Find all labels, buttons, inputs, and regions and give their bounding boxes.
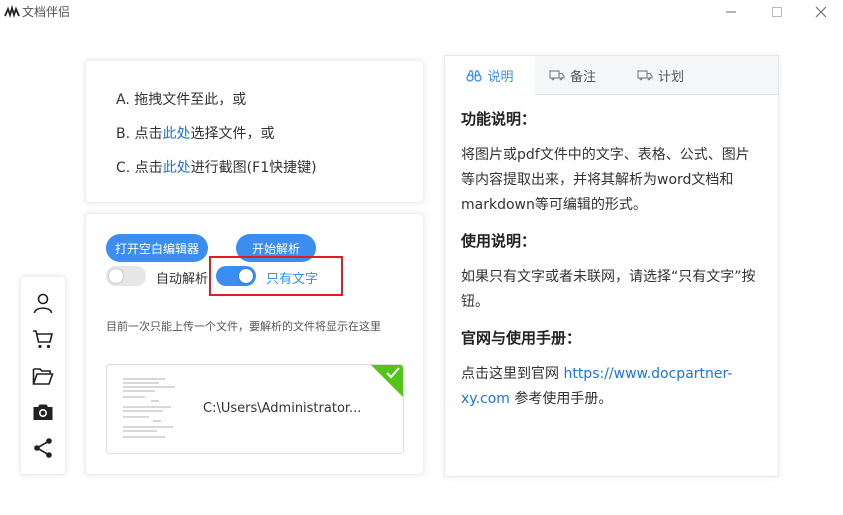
window-title: 文档伴侣	[22, 5, 71, 19]
user-button[interactable]	[31, 291, 55, 315]
info-panel: 说明 备注 计划 功能说明： 将图片或pdf文件中的文字、表格、公式、图片等内容…	[444, 55, 779, 477]
screenshot-prefix: C. 点击	[116, 160, 163, 176]
camera-icon	[33, 404, 53, 420]
panel-tabs: 说明 备注 计划	[445, 56, 778, 95]
screenshot-link[interactable]: 此处	[163, 160, 191, 176]
select-file-link[interactable]: 此处	[163, 126, 191, 142]
folder-icon	[32, 368, 54, 385]
tab-label: 备注	[570, 69, 597, 85]
open-folder-button[interactable]	[31, 364, 55, 388]
file-drop-zone[interactable]: A. 拖拽文件至此，或 B. 点击此处选择文件，或 C. 点击此处进行截图(F1…	[85, 60, 424, 203]
select-file-suffix: 选择文件，或	[190, 126, 275, 142]
toggle-knob	[109, 269, 123, 283]
usage-heading: 使用说明：	[461, 232, 537, 250]
controls-card: 打开空白编辑器 开始解析 自动解析 只有文字 目前一次只能上传一个文件，要解析的…	[85, 213, 424, 475]
website-heading: 官网与使用手册：	[461, 329, 582, 347]
panel-content: 功能说明： 将图片或pdf文件中的文字、表格、公式、图片等内容提取出来，并将其解…	[461, 108, 761, 424]
upload-hint: 目前一次只能上传一个文件，要解析的文件将显示在这里	[106, 320, 381, 333]
usage-text: 如果只有文字或者未联网，请选择“只有文字”按钮。	[461, 269, 756, 310]
check-icon	[386, 367, 400, 379]
tab-label: 计划	[658, 69, 685, 85]
select-file-prefix: B. 点击	[116, 126, 163, 142]
open-blank-editor-button[interactable]: 打开空白编辑器	[106, 234, 208, 262]
share-icon	[34, 438, 52, 458]
cart-icon	[33, 330, 54, 349]
screenshot-instruction: C. 点击此处进行截图(F1快捷键)	[116, 157, 317, 177]
file-thumbnail	[123, 378, 175, 438]
close-button[interactable]	[810, 2, 832, 22]
function-text: 将图片或pdf文件中的文字、表格、公式、图片等内容提取出来，并将其解析为word…	[461, 147, 750, 213]
screenshot-suffix: 进行截图(F1快捷键)	[190, 160, 317, 176]
screenshot-button[interactable]	[31, 400, 55, 424]
truck-icon	[549, 70, 565, 81]
maximize-button[interactable]	[766, 2, 788, 22]
title-bar: 文档伴侣	[0, 0, 843, 24]
function-heading: 功能说明：	[461, 110, 537, 128]
tab-description[interactable]: 说明	[445, 56, 535, 95]
maximize-icon	[772, 7, 782, 17]
website-suffix: 参考使用手册。	[509, 391, 613, 407]
tab-notes[interactable]: 备注	[549, 56, 609, 94]
auto-parse-label: 自动解析	[156, 272, 209, 287]
minimize-button[interactable]	[720, 2, 742, 22]
uploaded-file-item[interactable]: C:\Users\Administrator...	[106, 364, 404, 454]
select-file-instruction: B. 点击此处选择文件，或	[116, 123, 275, 143]
user-icon	[33, 293, 53, 314]
app-logo-icon	[4, 4, 20, 19]
sidebar-toolbar	[20, 276, 66, 475]
truck-icon	[637, 70, 653, 81]
highlight-annotation-box	[209, 256, 343, 296]
cart-button[interactable]	[31, 327, 55, 351]
auto-parse-toggle[interactable]	[106, 266, 146, 286]
tab-plan[interactable]: 计划	[637, 56, 697, 94]
binoculars-icon	[466, 69, 483, 82]
tab-label: 说明	[487, 70, 514, 85]
close-icon	[815, 6, 827, 18]
website-prefix: 点击这里到官网	[461, 366, 564, 382]
website-text: 点击这里到官网 https://www.docpartner-xy.com 参考…	[461, 362, 761, 412]
file-path: C:\Users\Administrator...	[203, 401, 362, 416]
minimize-icon	[726, 11, 736, 13]
drag-instruction: A. 拖拽文件至此，或	[116, 92, 247, 108]
share-button[interactable]	[31, 436, 55, 460]
